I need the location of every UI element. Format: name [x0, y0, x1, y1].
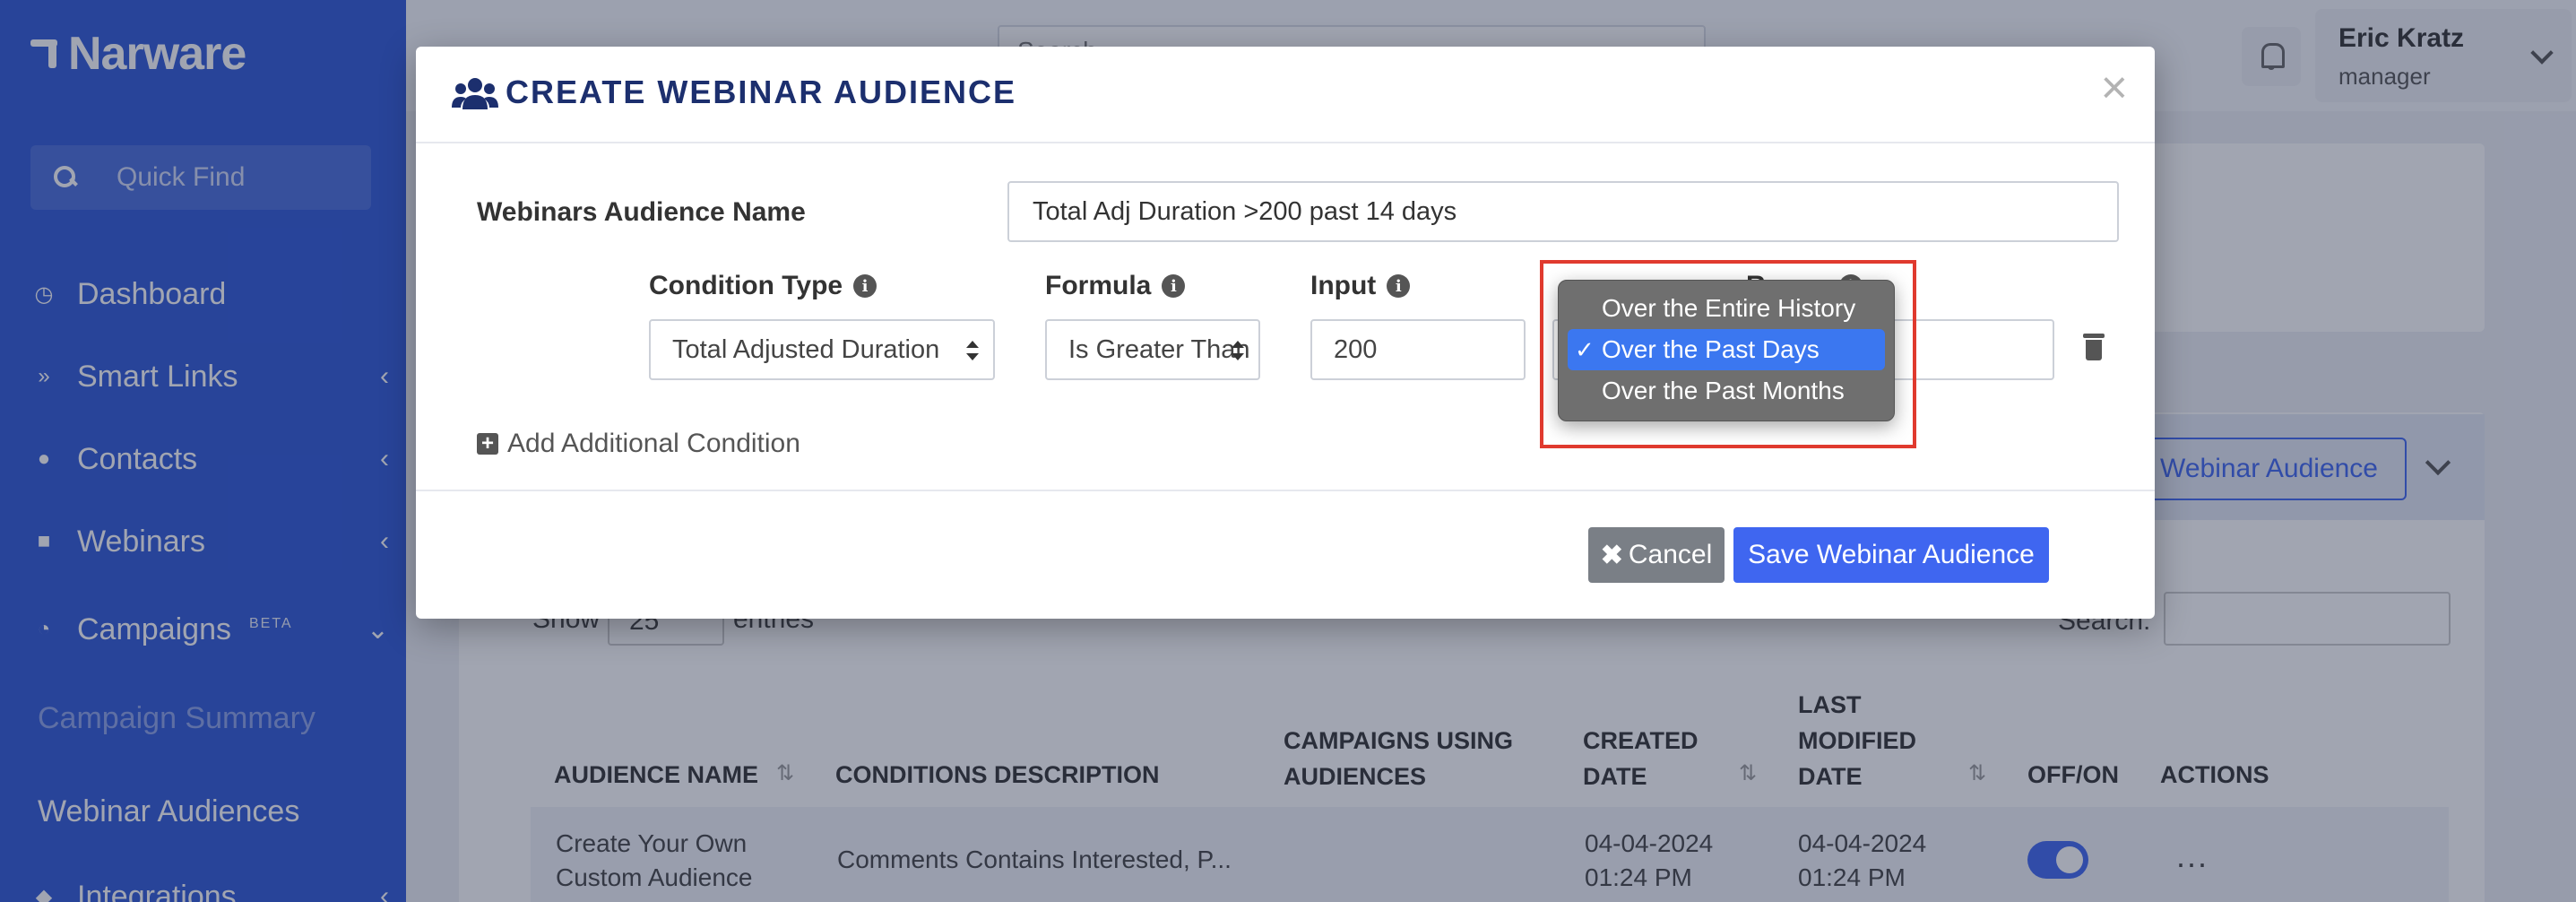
cancel-button[interactable]: ✖ Cancel [1588, 527, 1725, 583]
formula-label: Formula i [1045, 271, 1186, 301]
condition-input-value: 200 [1334, 334, 1378, 364]
dropdown-option-past-months[interactable]: Over the Past Months [1568, 370, 1885, 412]
range-dropdown-menu: Over the Entire History ✓ Over the Past … [1558, 280, 1895, 421]
option-label: Over the Entire History [1602, 294, 1856, 322]
info-icon[interactable]: i [853, 274, 877, 298]
formula-label-text: Formula [1045, 271, 1152, 300]
info-icon[interactable]: i [1162, 274, 1186, 298]
condition-type-label-text: Condition Type [649, 271, 843, 300]
input-label-text: Input [1310, 271, 1377, 300]
save-webinar-audience-button[interactable]: Save Webinar Audience [1733, 527, 2049, 583]
option-label: Over the Past Days [1602, 335, 1820, 363]
add-condition-button[interactable]: + Add Additional Condition [477, 429, 800, 459]
add-condition-label: Add Additional Condition [507, 429, 800, 458]
audience-name-input[interactable] [1007, 181, 2119, 242]
checkmark-icon: ✓ [1575, 335, 1595, 363]
close-icon[interactable]: × [2101, 65, 2128, 111]
select-arrow-icon [966, 341, 979, 360]
users-icon [452, 78, 498, 109]
audience-name-label: Webinars Audience Name [477, 197, 806, 227]
condition-type-label: Condition Type i [649, 271, 877, 301]
select-arrow-icon [1232, 341, 1244, 360]
condition-type-select[interactable]: Total Adjusted Duration [649, 319, 995, 380]
modal-header: CREATE WEBINAR AUDIENCE × [416, 47, 2155, 143]
modal-divider [416, 490, 2155, 491]
formula-select[interactable]: Is Greater Than [1045, 319, 1260, 380]
condition-type-value: Total Adjusted Duration [672, 334, 940, 364]
close-icon: ✖ [1600, 540, 1623, 570]
cancel-label: Cancel [1628, 540, 1713, 569]
condition-input[interactable]: 200 [1310, 319, 1526, 380]
trash-icon[interactable] [2083, 334, 2105, 360]
formula-value: Is Greater Than [1068, 334, 1250, 364]
input-label: Input i [1310, 271, 1411, 301]
modal-title: CREATE WEBINAR AUDIENCE [506, 74, 1017, 110]
dropdown-option-entire-history[interactable]: Over the Entire History [1568, 288, 1885, 329]
plus-square-icon: + [477, 433, 498, 455]
info-icon[interactable]: i [1387, 274, 1411, 298]
option-label: Over the Past Months [1602, 377, 1845, 404]
dropdown-option-past-days[interactable]: ✓ Over the Past Days [1568, 329, 1885, 370]
